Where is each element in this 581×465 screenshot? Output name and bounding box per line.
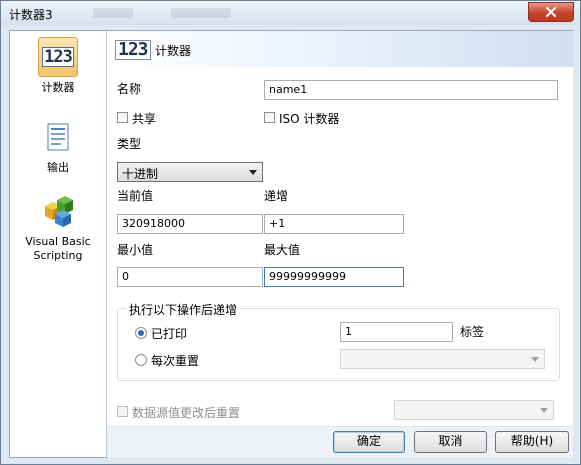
background-ghost [171, 8, 231, 18]
increment-label: 递增 [264, 189, 289, 203]
help-button[interactable]: 帮助(H) [495, 431, 569, 453]
each-reprint-radio[interactable] [135, 354, 147, 366]
each-reprint-select[interactable] [340, 349, 545, 369]
shared-checkbox[interactable] [117, 112, 128, 123]
reset-on-datasource-change-checkbox[interactable] [117, 406, 128, 417]
close-icon [546, 7, 556, 17]
printed-count-field[interactable]: 1 [340, 322, 453, 342]
sidebar: 123 计数器 输出 Visual Basic Scripting [10, 31, 107, 457]
chevron-down-icon [531, 357, 539, 362]
reset-option-select[interactable] [394, 400, 554, 420]
dialog-window: 计数器3 123 计数器 输出 Visual Basic Scripting 1… [0, 0, 581, 465]
min-value-field[interactable]: 0 [117, 267, 263, 287]
increment-group-title: 执行以下操作后递增 [126, 301, 241, 318]
type-select-value: 十进制 [122, 167, 159, 181]
current-value-label: 当前值 [117, 189, 154, 203]
chevron-down-icon [540, 408, 548, 413]
background-ghost [93, 8, 133, 18]
sidebar-item-counter[interactable]: 123 计数器 [14, 37, 102, 95]
reset-on-datasource-change-label: 数据源值更改后重置 [132, 406, 241, 420]
sidebar-item-label: 输出 [47, 161, 69, 174]
type-select[interactable]: 十进制 [117, 162, 263, 182]
window-title: 计数器3 [9, 8, 53, 22]
shared-label: 共享 [132, 112, 157, 126]
ok-button[interactable]: 确定 [333, 431, 405, 453]
dialog-footer: 确定 取消 帮助(H) [107, 426, 573, 458]
dialog-content: 123 计数器 输出 Visual Basic Scripting 123 计数… [9, 30, 573, 458]
max-value-label: 最大值 [264, 243, 301, 257]
cancel-button[interactable]: 取消 [414, 431, 487, 453]
name-field[interactable]: name1 [264, 80, 558, 100]
labels-suffix: 标签 [460, 325, 485, 339]
sidebar-item-label: 计数器 [41, 81, 75, 94]
section-header: 123 计数器 [107, 31, 573, 67]
main-panel: 123 计数器 名称 name1 共享 ISO 计数器 类型 十进制 当前值 递… [107, 31, 573, 458]
counter-icon: 123 [115, 40, 151, 60]
printed-radio[interactable] [135, 327, 147, 339]
counter-icon: 123 [38, 37, 78, 77]
min-value-label: 最小值 [117, 243, 154, 257]
increment-group: 执行以下操作后递增 已打印 1 标签 每次重置 [117, 301, 560, 381]
sidebar-item-output[interactable]: 输出 [14, 117, 102, 175]
printed-label: 已打印 [151, 327, 188, 341]
type-label: 类型 [117, 137, 142, 151]
close-button[interactable] [528, 2, 574, 22]
each-reprint-label: 每次重置 [151, 354, 200, 368]
sidebar-item-vbscript[interactable]: Visual Basic Scripting [14, 191, 102, 263]
iso-counter-checkbox[interactable] [264, 112, 275, 123]
chevron-down-icon [249, 170, 257, 175]
title-bar[interactable]: 计数器3 [1, 1, 580, 25]
vbscript-blocks-icon [38, 191, 78, 231]
max-value-field[interactable]: 99999999999 [264, 267, 404, 287]
name-label: 名称 [117, 82, 142, 96]
iso-counter-label: ISO 计数器 [279, 112, 340, 126]
document-icon [38, 117, 78, 157]
increment-field[interactable]: +1 [264, 214, 404, 234]
current-value-field[interactable]: 320918000 [117, 214, 263, 234]
sidebar-item-label: Visual Basic Scripting [25, 235, 91, 262]
section-title: 计数器 [155, 44, 192, 58]
